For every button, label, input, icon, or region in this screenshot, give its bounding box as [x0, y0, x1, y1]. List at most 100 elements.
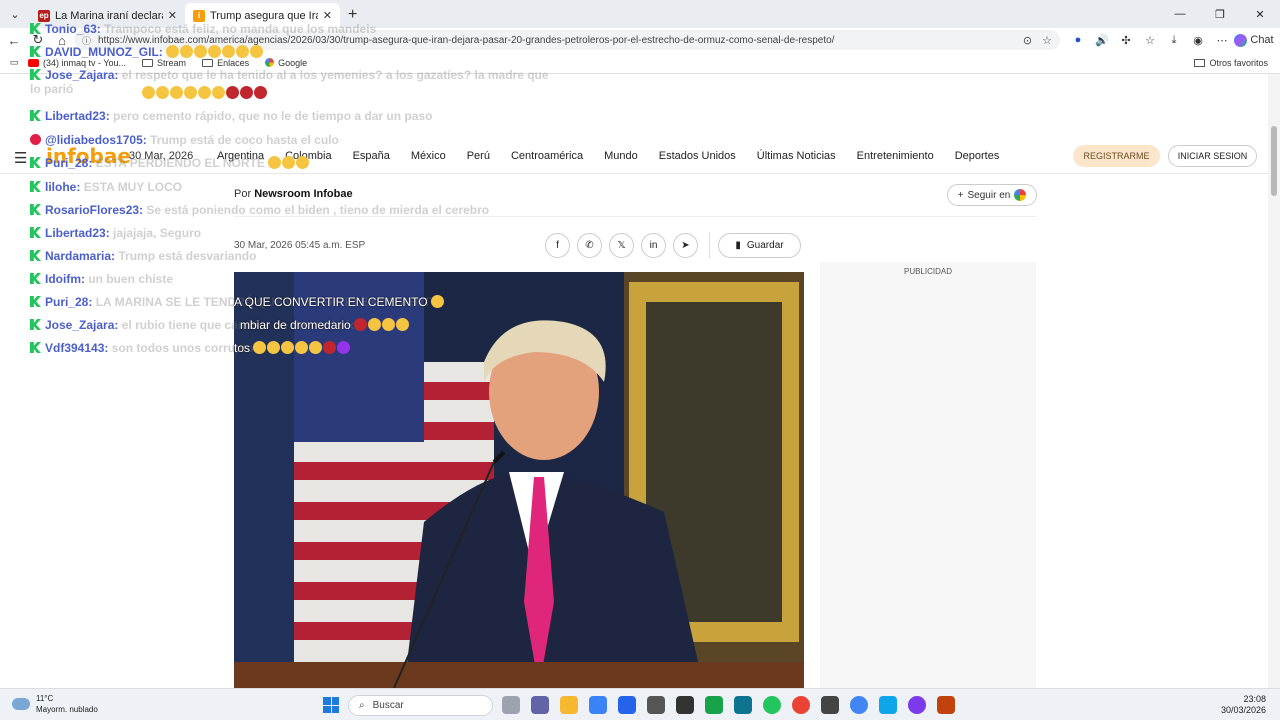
whatsapp-icon[interactable]: ✆: [577, 233, 602, 258]
edge-icon[interactable]: [734, 696, 752, 714]
task-view-icon[interactable]: [502, 696, 520, 714]
close-icon[interactable]: ✕: [168, 9, 177, 22]
other-favorites[interactable]: Otros favoritos: [1194, 58, 1268, 68]
emoji-row: [30, 86, 268, 100]
chat-message: Puri_28: ESTA PERDIENDO EL NORTE: [30, 156, 310, 170]
page-scrollbar[interactable]: [1268, 74, 1280, 688]
chat-user: Nardamaria: [45, 249, 112, 263]
nav-ultimas-noticias[interactable]: Últimas Noticias: [757, 150, 836, 162]
app-icon[interactable]: [676, 696, 694, 714]
chat-message: Nardamaria: Trump está desvariando: [30, 249, 256, 263]
mail-icon[interactable]: [618, 696, 636, 714]
search-icon: ⌕: [359, 700, 365, 711]
chat-user: Puri_28: [45, 295, 89, 309]
clock-time: 23:08: [1243, 694, 1266, 704]
system-clock[interactable]: 23:08 30/03/2026: [1221, 694, 1266, 716]
weather-widget[interactable]: 11°C Mayorm. nublado: [12, 693, 98, 715]
telegram-icon[interactable]: ➤: [673, 233, 698, 258]
advertisement-slot: PUBLICIDAD: [820, 262, 1036, 688]
bookmark-icon: ▮: [735, 240, 741, 251]
chat-user: Libertad23: [45, 109, 106, 123]
chat-user: Tonio_63: [45, 22, 97, 36]
nav-mundo[interactable]: Mundo: [604, 150, 638, 162]
sound-icon[interactable]: 🔊: [1090, 34, 1114, 47]
share-buttons: f ✆ 𝕏 in ➤: [545, 233, 698, 258]
tab-title: Trump asegura que Irán dejará pasar: [210, 9, 318, 22]
youtube-icon: [30, 134, 41, 145]
chat-message: Libertad23: pero cemento rápido, que no …: [30, 109, 432, 123]
close-icon[interactable]: ✕: [323, 9, 332, 22]
app-icon[interactable]: [647, 696, 665, 714]
teams-icon[interactable]: [531, 696, 549, 714]
emoji-row: [166, 45, 264, 59]
store-icon[interactable]: [589, 696, 607, 714]
register-button[interactable]: REGISTRARME: [1073, 145, 1160, 167]
chat-user: DAVID_MUNOZ_GIL: [45, 45, 159, 59]
profile-icon[interactable]: ◉: [1186, 34, 1210, 47]
chat-message: Vdf394143: son todos unos corruptos: [30, 341, 260, 355]
cloud-icon: [12, 698, 30, 710]
europapress-favicon-icon: ep: [38, 9, 50, 22]
chat-message: Tonio_63: Trampoco está feliz, no manda …: [30, 22, 376, 36]
x-icon[interactable]: 𝕏: [609, 233, 634, 258]
favorites-icon[interactable]: ☆: [1138, 34, 1162, 47]
more-menu-icon[interactable]: ⋯: [1210, 34, 1234, 47]
powerpoint-icon[interactable]: [937, 696, 955, 714]
nav-entretenimiento[interactable]: Entretenimiento: [857, 150, 934, 162]
sidebar-toggle-icon[interactable]: ▭: [0, 57, 28, 68]
follow-google-button[interactable]: + Seguir en: [947, 184, 1037, 206]
chat-text: tos: [234, 341, 251, 355]
downloads-icon[interactable]: ⤓: [1162, 34, 1186, 47]
app-icon[interactable]: [879, 696, 897, 714]
favorite-star-icon[interactable]: ☆: [1042, 34, 1052, 47]
chrome-icon[interactable]: [850, 696, 868, 714]
linkedin-icon[interactable]: in: [641, 233, 666, 258]
divider: [709, 232, 710, 258]
extension-icon[interactable]: ●: [1066, 34, 1090, 46]
kick-icon: [30, 69, 41, 80]
chat-overlay-visible-text: tos: [234, 341, 351, 355]
close-window-icon[interactable]: ✕: [1240, 0, 1280, 28]
windows-start-icon[interactable]: [323, 697, 339, 713]
whatsapp-icon[interactable]: [763, 696, 781, 714]
chat-label: Chat: [1250, 34, 1274, 46]
chat-overlay-visible-text: mbiar de dromedario: [240, 318, 410, 332]
extensions-puzzle-icon[interactable]: ✣: [1114, 34, 1138, 47]
tab-actions-menu-button[interactable]: ⌄: [4, 3, 26, 25]
app-icon[interactable]: [705, 696, 723, 714]
app-icon[interactable]: [821, 696, 839, 714]
taskbar-apps: [502, 696, 955, 714]
chat-text: Trump está desvariando: [118, 249, 257, 263]
minimize-icon[interactable]: —: [1160, 0, 1200, 28]
chat-message: RosarioFlores23: Se está poniendo como e…: [30, 203, 489, 217]
chat-user: RosarioFlores23: [45, 203, 140, 217]
chat-message: DAVID_MUNOZ_GIL:: [30, 45, 264, 59]
chat-user: Libertad23: [45, 226, 106, 240]
taskbar-search[interactable]: ⌕ Buscar: [348, 695, 493, 716]
file-explorer-icon[interactable]: [560, 696, 578, 714]
follow-label: Seguir en: [967, 189, 1011, 201]
app-icon[interactable]: [908, 696, 926, 714]
chrome-icon[interactable]: [792, 696, 810, 714]
chat-message: lilohe: ESTA MUY LOCO: [30, 180, 182, 194]
folder-icon: [1194, 58, 1206, 67]
back-icon[interactable]: ←: [2, 28, 26, 52]
chat-user: Jose_Zajara: [45, 318, 115, 332]
nav-deportes[interactable]: Deportes: [955, 150, 1000, 162]
google-icon: [1014, 189, 1027, 201]
plus-icon: +: [957, 189, 964, 201]
chat-user: Vdf394143: [45, 341, 105, 355]
reader-icon[interactable]: ⊙: [1023, 34, 1032, 47]
save-button[interactable]: ▮ Guardar: [718, 233, 801, 258]
copilot-chat-button[interactable]: Chat: [1234, 33, 1280, 47]
chat-text: Trampoco está feliz, no manda que los ma…: [104, 22, 377, 36]
kick-icon: [30, 181, 41, 192]
restore-icon[interactable]: ❐: [1200, 0, 1240, 28]
ad-label: PUBLICIDAD: [903, 267, 952, 276]
chat-user: @lidiabedos1705: [45, 133, 143, 147]
chat-overlay-visible-text: A QUE CONVERTIR EN CEMENTO: [234, 295, 445, 309]
menu-icon[interactable]: ☰: [14, 149, 27, 167]
scroll-thumb[interactable]: [1271, 126, 1277, 196]
login-button[interactable]: INICIAR SESION: [1168, 145, 1257, 167]
nav-estados-unidos[interactable]: Estados Unidos: [659, 150, 736, 162]
